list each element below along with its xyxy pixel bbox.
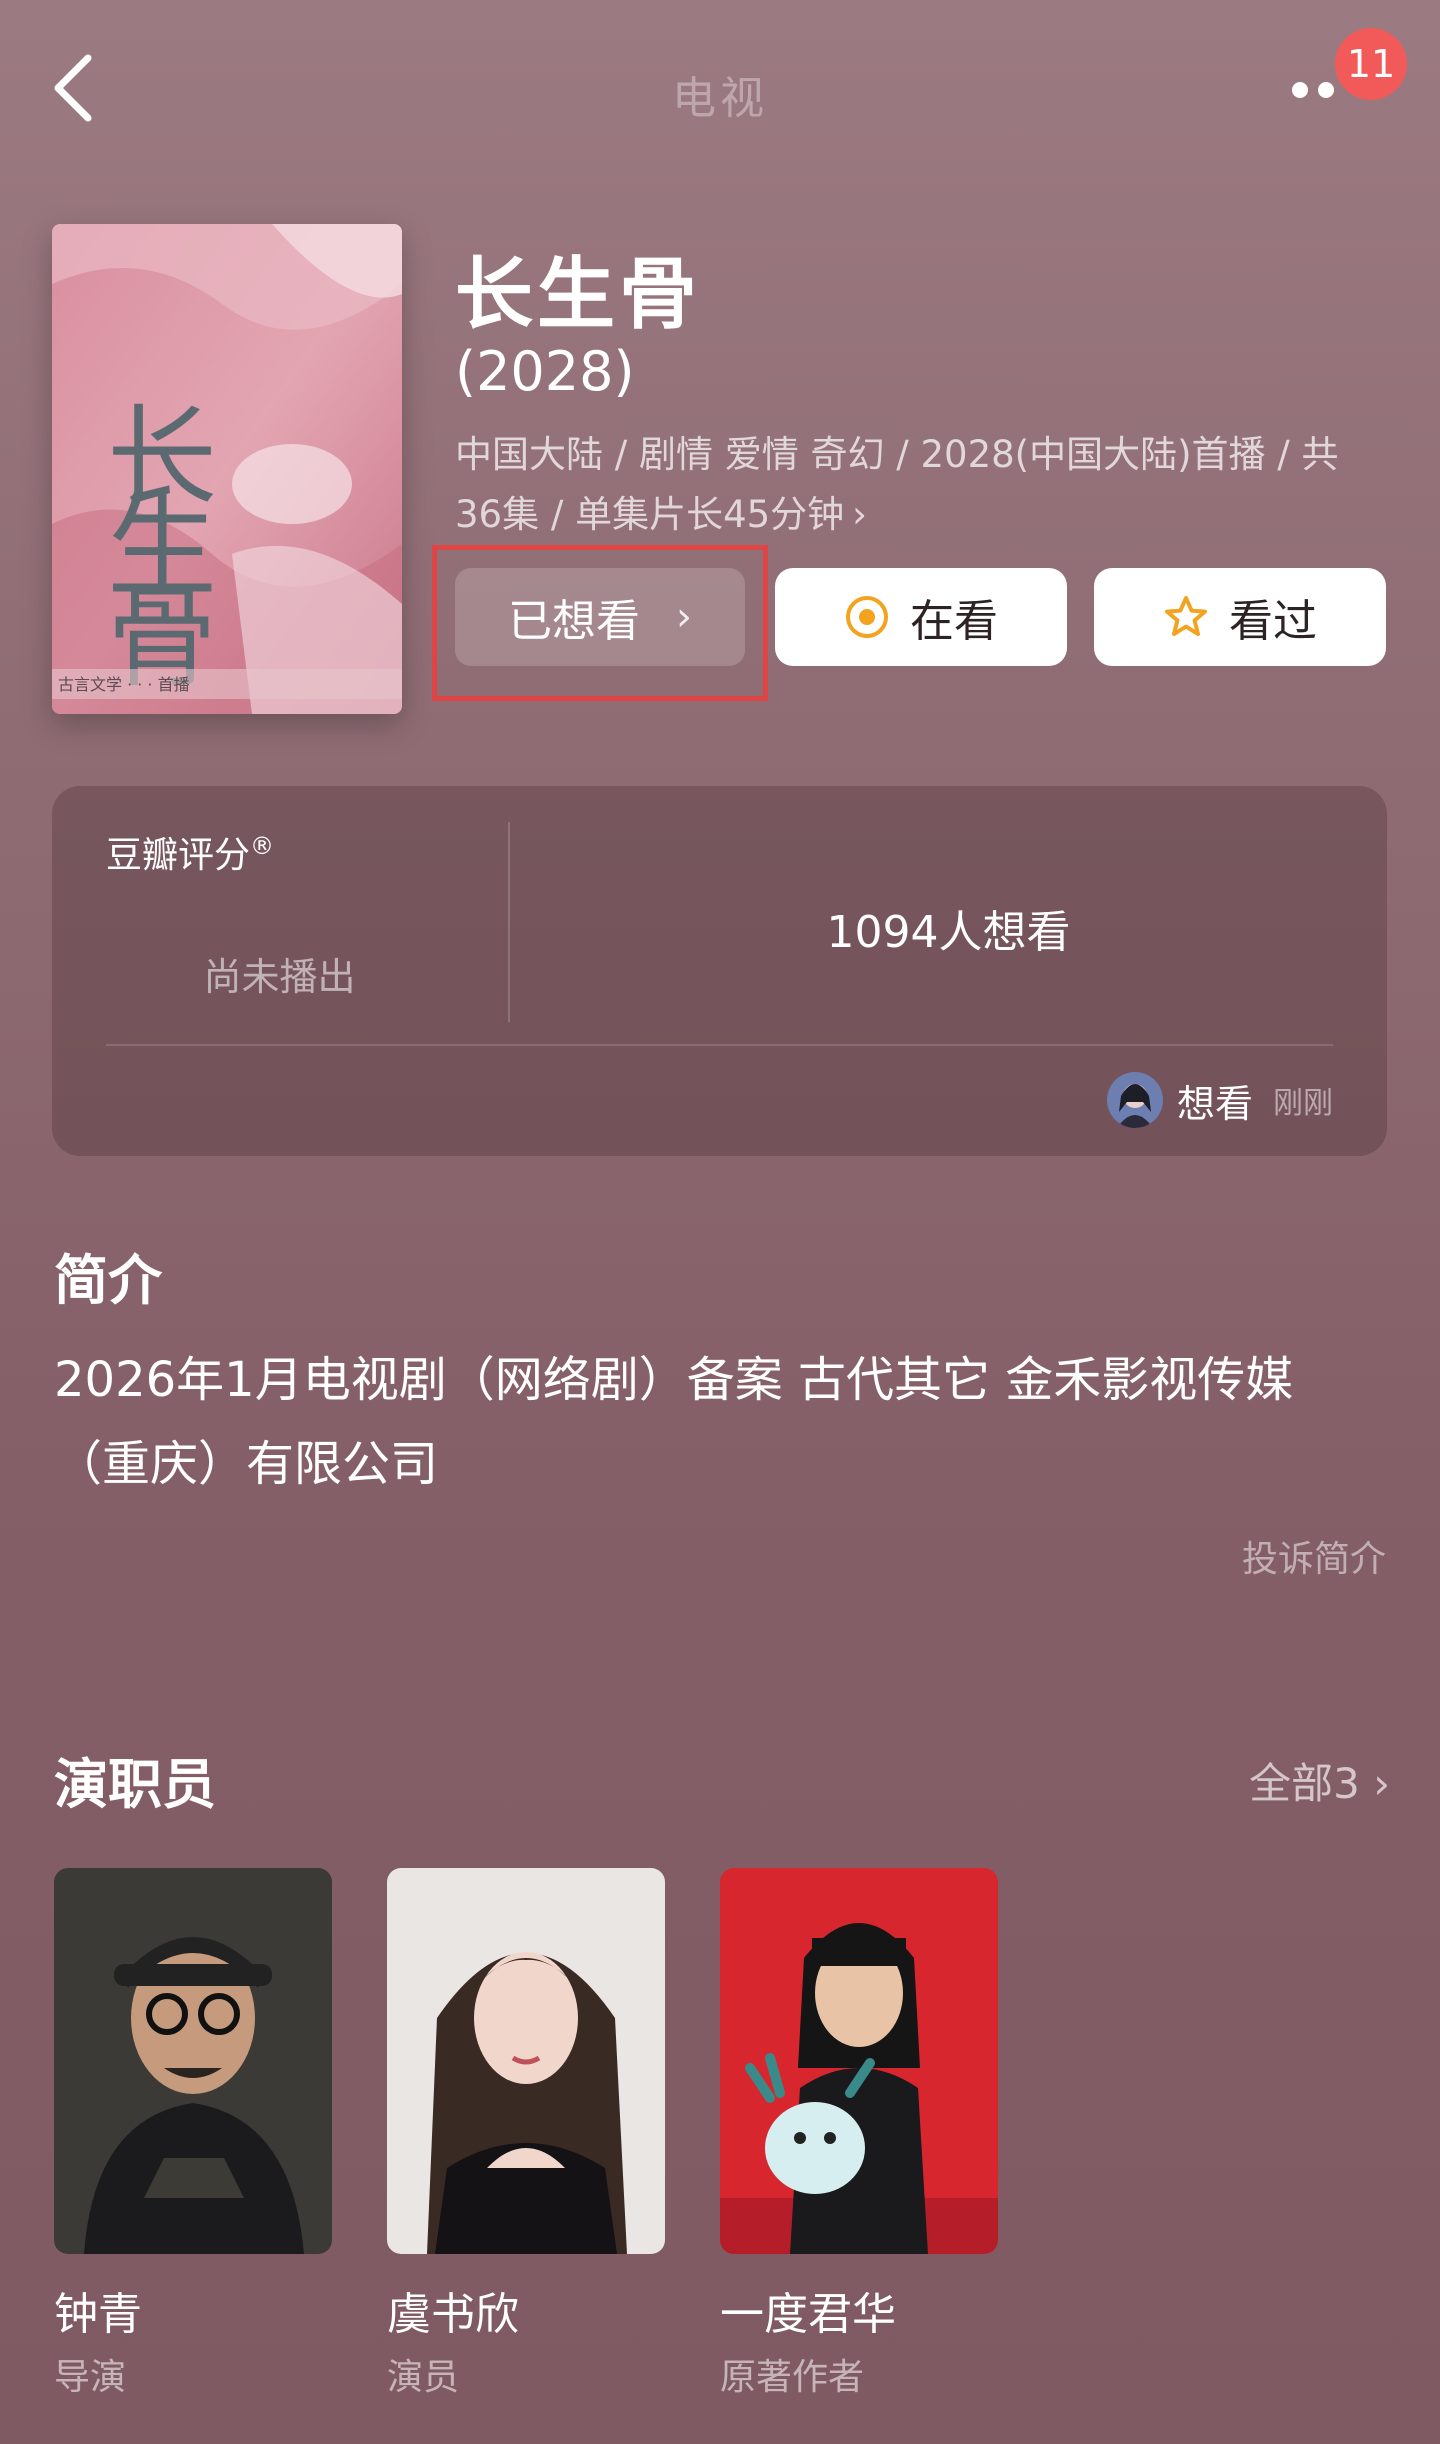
registered-mark: ® — [250, 832, 275, 860]
poster-title-text: 长生骨 — [88, 399, 216, 685]
wanted-label: 已想看 — [508, 596, 640, 647]
notification-badge: 11 — [1335, 28, 1407, 100]
cast-card-director[interactable]: 钟青 导演 — [54, 1868, 332, 2400]
chevron-right-icon: › — [1373, 1759, 1390, 1808]
watched-button[interactable]: 看过 — [1094, 568, 1386, 666]
cast-photo — [387, 1868, 665, 2254]
poster-image[interactable]: 长生骨 古言文学 · · · 首播 — [52, 224, 402, 714]
cast-role: 导演 — [54, 2357, 127, 2398]
show-meta-text: 中国大陆 / 剧情 爱情 奇幻 / 2028(中国大陆)首播 / 共36集 / … — [455, 433, 1339, 536]
poster-bottom-strip: 古言文学 · · · 首播 — [58, 675, 190, 694]
nav-title: 电视 — [672, 73, 768, 124]
show-meta[interactable]: 中国大陆 / 剧情 爱情 奇幻 / 2028(中国大陆)首播 / 共36集 / … — [455, 425, 1385, 545]
avatar — [1106, 1072, 1163, 1128]
cast-all-label: 全部3 — [1249, 1759, 1360, 1808]
star-icon — [1165, 596, 1207, 636]
activity-label: 想看 — [1176, 1081, 1253, 1126]
watching-label: 在看 — [910, 596, 998, 647]
cast-role: 原著作者 — [720, 2357, 865, 2398]
recent-activity[interactable]: 想看 刚刚 — [1106, 1072, 1333, 1128]
cast-title: 演职员 — [54, 1753, 216, 1816]
horizontal-divider — [106, 1044, 1333, 1046]
show-title: 长生骨 — [455, 250, 702, 340]
rating-label: 豆瓣评分® — [106, 826, 274, 878]
rating-status: 尚未播出 — [203, 955, 356, 999]
cast-role: 演员 — [387, 2357, 460, 2398]
synopsis-text[interactable]: 2026年1月电视剧（网络剧）备案 古代其它 金禾影视传媒（重庆）有限公司 — [54, 1338, 1384, 1506]
synopsis-title: 简介 — [54, 1249, 162, 1312]
wish-count: 1094人想看 — [826, 907, 1071, 958]
cast-card-actor[interactable]: 虞书欣 演员 — [387, 1868, 665, 2400]
cast-card-author[interactable]: 一度君华 原著作者 — [720, 1868, 998, 2400]
chevron-right-icon: › — [676, 594, 692, 640]
show-year: (2028) — [455, 340, 635, 403]
report-synopsis-link[interactable]: 投诉简介 — [1242, 1530, 1386, 1582]
cast-name: 一度君华 — [720, 2289, 896, 2340]
rating-label-text: 豆瓣评分 — [106, 835, 251, 876]
cast-all-link[interactable]: 全部3 › — [1249, 1750, 1390, 1811]
wanted-button[interactable]: 已想看 › — [455, 568, 745, 666]
activity-time: 刚刚 — [1273, 1086, 1333, 1121]
watching-button[interactable]: 在看 — [775, 568, 1067, 666]
cast-name: 虞书欣 — [387, 2289, 519, 2340]
cast-photo — [720, 1868, 998, 2254]
rating-card[interactable]: 豆瓣评分® 尚未播出 1094人想看 想看 刚刚 — [52, 786, 1387, 1156]
cast-name: 钟青 — [54, 2289, 142, 2340]
watched-label: 看过 — [1229, 596, 1317, 647]
meta-chevron-icon: › — [852, 493, 867, 536]
target-circle-icon — [846, 596, 888, 638]
cast-photo — [54, 1868, 332, 2254]
more-dots-icon — [1292, 82, 1308, 98]
more-dot — [1318, 82, 1334, 98]
